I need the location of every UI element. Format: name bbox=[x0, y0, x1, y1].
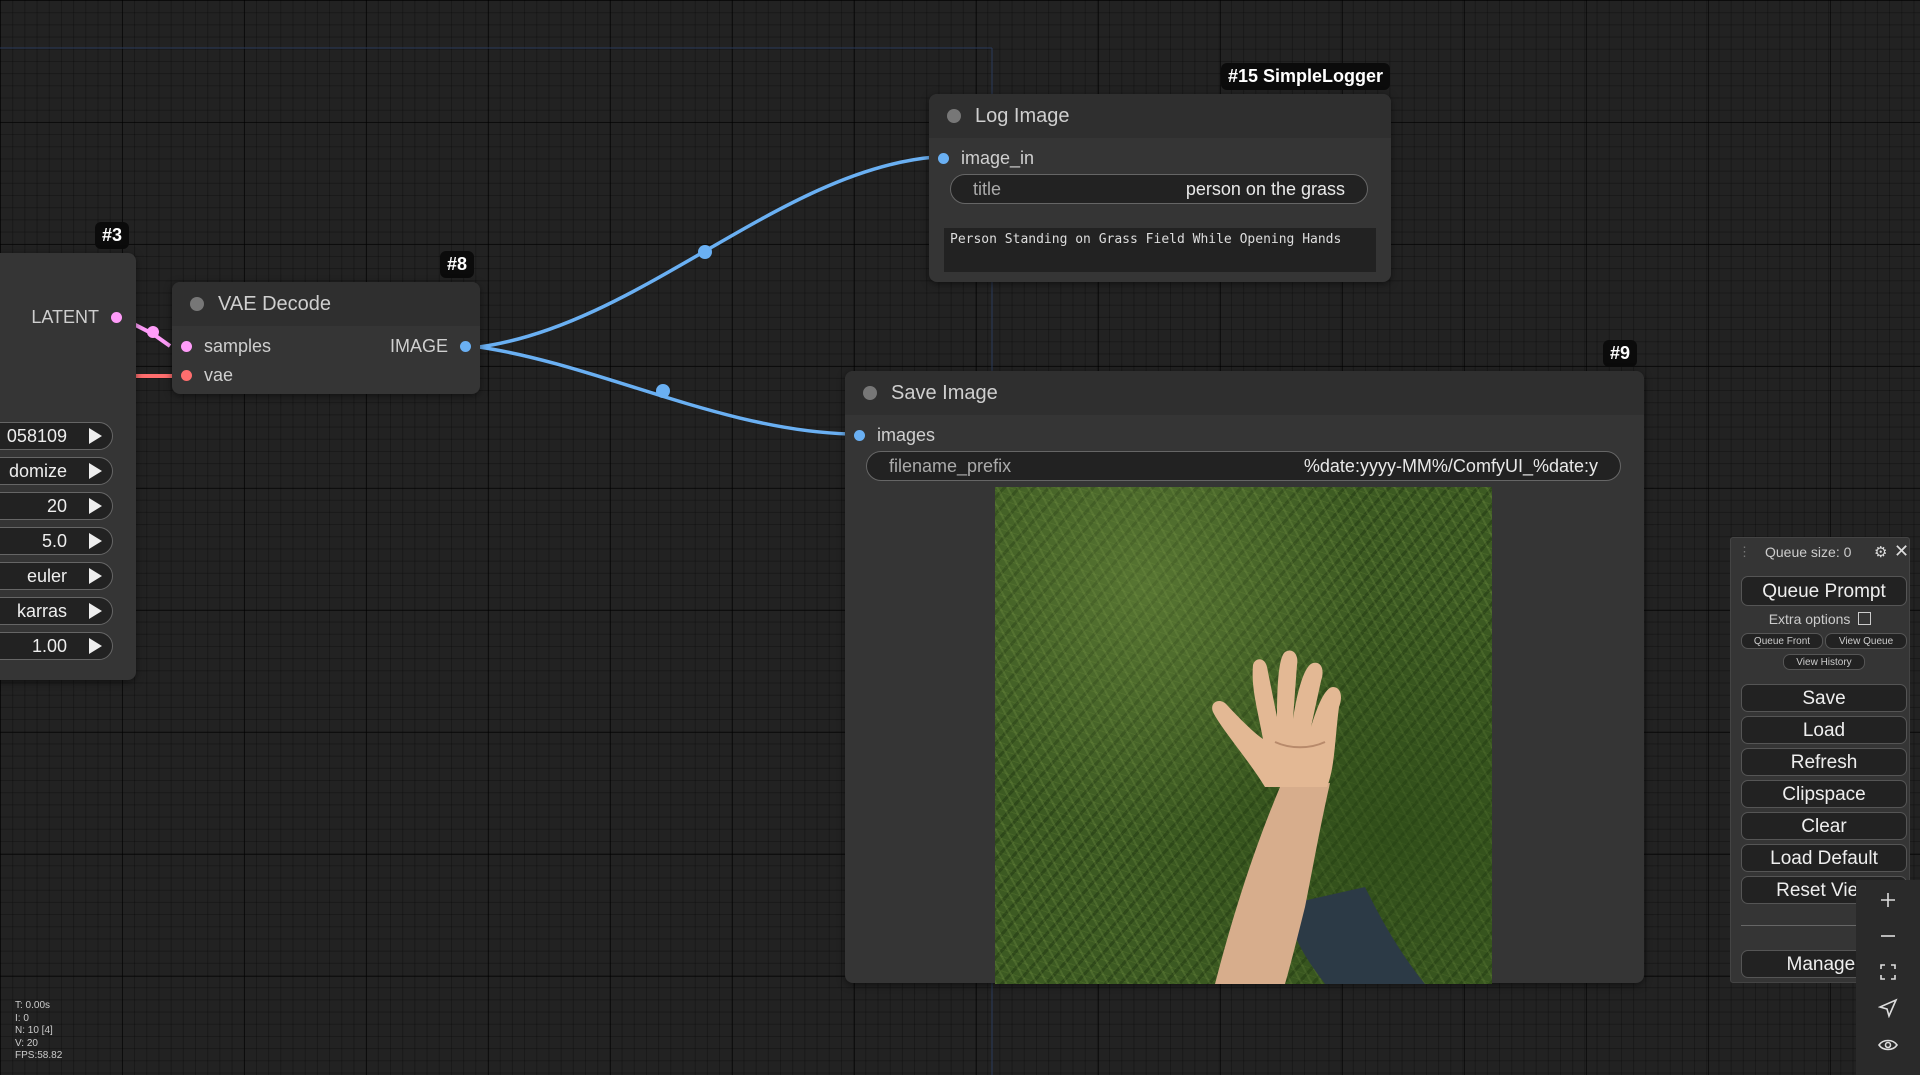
seed-value: 058109 bbox=[6, 425, 67, 446]
log-image-badge: #15 SimpleLogger bbox=[1221, 63, 1391, 90]
vae-input-dot[interactable] bbox=[181, 370, 192, 381]
vae-decode-node[interactable]: VAE Decode samples vae IMAGE bbox=[172, 282, 480, 394]
zoom-out-icon[interactable] bbox=[1856, 918, 1920, 954]
save-image-title: Save Image bbox=[891, 381, 998, 404]
view-queue-button[interactable]: View Queue bbox=[1825, 633, 1907, 649]
denoise-widget[interactable]: 1.00 bbox=[0, 632, 113, 660]
title-widget[interactable]: title person on the grass bbox=[950, 174, 1368, 204]
output-image-preview[interactable] bbox=[995, 487, 1492, 984]
fit-view-icon[interactable] bbox=[1856, 954, 1920, 990]
ksampler-node[interactable]: LATENT 058109 domize 20 5.0 euler karras… bbox=[0, 253, 136, 680]
vae-decode-header[interactable]: VAE Decode bbox=[172, 282, 480, 326]
vae-decode-badge: #8 bbox=[440, 251, 475, 278]
seed-widget[interactable]: 058109 bbox=[0, 422, 113, 450]
render-stats: T: 0.00s I: 0 N: 10 [4] V: 20 FPS:58.82 bbox=[15, 1000, 62, 1063]
latent-label: LATENT bbox=[31, 307, 99, 327]
increment-arrow-icon[interactable] bbox=[89, 498, 102, 514]
extra-options-label: Extra options bbox=[1768, 611, 1851, 627]
cfg-value: 5.0 bbox=[41, 530, 67, 551]
increment-arrow-icon[interactable] bbox=[89, 463, 102, 479]
vae-input[interactable]: vae bbox=[181, 365, 233, 386]
samples-input[interactable]: samples bbox=[181, 336, 271, 357]
ksampler-badge: #3 bbox=[95, 222, 130, 249]
save-image-header[interactable]: Save Image bbox=[845, 371, 1644, 415]
extra-options-row[interactable]: Extra options bbox=[1731, 611, 1909, 627]
close-icon[interactable]: ✕ bbox=[1894, 541, 1909, 562]
latent-output-dot[interactable] bbox=[111, 312, 122, 323]
images-input-dot[interactable] bbox=[854, 430, 865, 441]
log-image-header[interactable]: Log Image bbox=[929, 94, 1391, 138]
filename-prefix-value: %date:yyyy-MM%/ComfyUI_%date:y bbox=[1303, 455, 1598, 476]
link-image-to-log bbox=[478, 155, 936, 349]
title-widget-label: title bbox=[973, 178, 1002, 199]
steps-value: 20 bbox=[46, 495, 67, 516]
filename-prefix-widget[interactable]: filename_prefix %date:yyyy-MM%/ComfyUI_%… bbox=[866, 451, 1621, 481]
gear-icon[interactable]: ⚙ bbox=[1874, 543, 1887, 561]
control-value: domize bbox=[8, 460, 67, 481]
collapse-dot-icon[interactable] bbox=[863, 386, 877, 400]
stat-nodes: N: 10 [4] bbox=[15, 1025, 53, 1036]
extra-options-checkbox[interactable] bbox=[1858, 612, 1872, 625]
load-default-button[interactable]: Load Default bbox=[1741, 844, 1907, 872]
image-output[interactable]: IMAGE bbox=[390, 336, 471, 357]
sampler-value: euler bbox=[26, 565, 67, 586]
image-in-label: image_in bbox=[961, 148, 1035, 168]
vae-label: vae bbox=[204, 365, 234, 385]
increment-arrow-icon[interactable] bbox=[89, 428, 102, 444]
log-image-title: Log Image bbox=[975, 104, 1070, 127]
load-button[interactable]: Load bbox=[1741, 716, 1907, 744]
samples-input-dot[interactable] bbox=[181, 341, 192, 352]
hand-arm-illustration bbox=[1212, 650, 1425, 984]
drag-handle-icon[interactable]: ⋮ bbox=[1738, 544, 1751, 560]
save-image-badge: #9 bbox=[1603, 340, 1638, 367]
log-image-node[interactable]: Log Image image_in title person on the g… bbox=[929, 94, 1391, 282]
images-label: images bbox=[877, 425, 936, 445]
scheduler-value: karras bbox=[16, 600, 67, 621]
refresh-button[interactable]: Refresh bbox=[1741, 748, 1907, 776]
stat-time: T: 0.00s bbox=[15, 1000, 51, 1011]
denoise-value: 1.00 bbox=[31, 635, 67, 656]
latent-output[interactable]: LATENT bbox=[31, 307, 122, 328]
queue-front-button[interactable]: Queue Front bbox=[1741, 633, 1823, 649]
view-history-button[interactable]: View History bbox=[1783, 654, 1865, 670]
queue-size-label: Queue size: 0 bbox=[1765, 544, 1852, 560]
steps-widget[interactable]: 20 bbox=[0, 492, 113, 520]
eye-icon[interactable] bbox=[1856, 1027, 1920, 1063]
cfg-widget[interactable]: 5.0 bbox=[0, 527, 113, 555]
clear-button[interactable]: Clear bbox=[1741, 812, 1907, 840]
image-in-dot[interactable] bbox=[938, 153, 949, 164]
stat-v: V: 20 bbox=[15, 1037, 38, 1049]
sampler-widget[interactable]: euler bbox=[0, 562, 113, 590]
collapse-dot-icon[interactable] bbox=[190, 297, 204, 311]
queue-prompt-button[interactable]: Queue Prompt bbox=[1741, 576, 1907, 606]
increment-arrow-icon[interactable] bbox=[89, 533, 102, 549]
increment-arrow-icon[interactable] bbox=[89, 603, 102, 619]
image-output-label: IMAGE bbox=[389, 336, 448, 356]
collapse-dot-icon[interactable] bbox=[947, 109, 961, 123]
stat-fps: FPS:58.82 bbox=[15, 1050, 63, 1061]
image-in-input[interactable]: image_in bbox=[938, 148, 1034, 169]
zoom-in-icon[interactable] bbox=[1856, 882, 1920, 918]
stat-i: I: 0 bbox=[15, 1012, 29, 1024]
log-text-area[interactable]: Person Standing on Grass Field While Ope… bbox=[944, 228, 1376, 272]
clipspace-button[interactable]: Clipspace bbox=[1741, 780, 1907, 808]
images-input[interactable]: images bbox=[854, 425, 935, 446]
increment-arrow-icon[interactable] bbox=[89, 568, 102, 584]
title-widget-value: person on the grass bbox=[1185, 178, 1345, 199]
increment-arrow-icon[interactable] bbox=[89, 638, 102, 654]
queue-panel-header: ⋮ Queue size: 0 ⚙ ✕ bbox=[1731, 541, 1909, 566]
save-button[interactable]: Save bbox=[1741, 684, 1907, 712]
filename-prefix-label: filename_prefix bbox=[889, 455, 1012, 476]
link-image-to-save bbox=[478, 345, 850, 436]
image-output-dot[interactable] bbox=[460, 341, 471, 352]
samples-label: samples bbox=[204, 336, 272, 356]
scheduler-widget[interactable]: karras bbox=[0, 597, 113, 625]
vae-decode-title: VAE Decode bbox=[218, 292, 332, 315]
control-after-generate-widget[interactable]: domize bbox=[0, 457, 113, 485]
pointer-icon[interactable] bbox=[1856, 990, 1920, 1026]
